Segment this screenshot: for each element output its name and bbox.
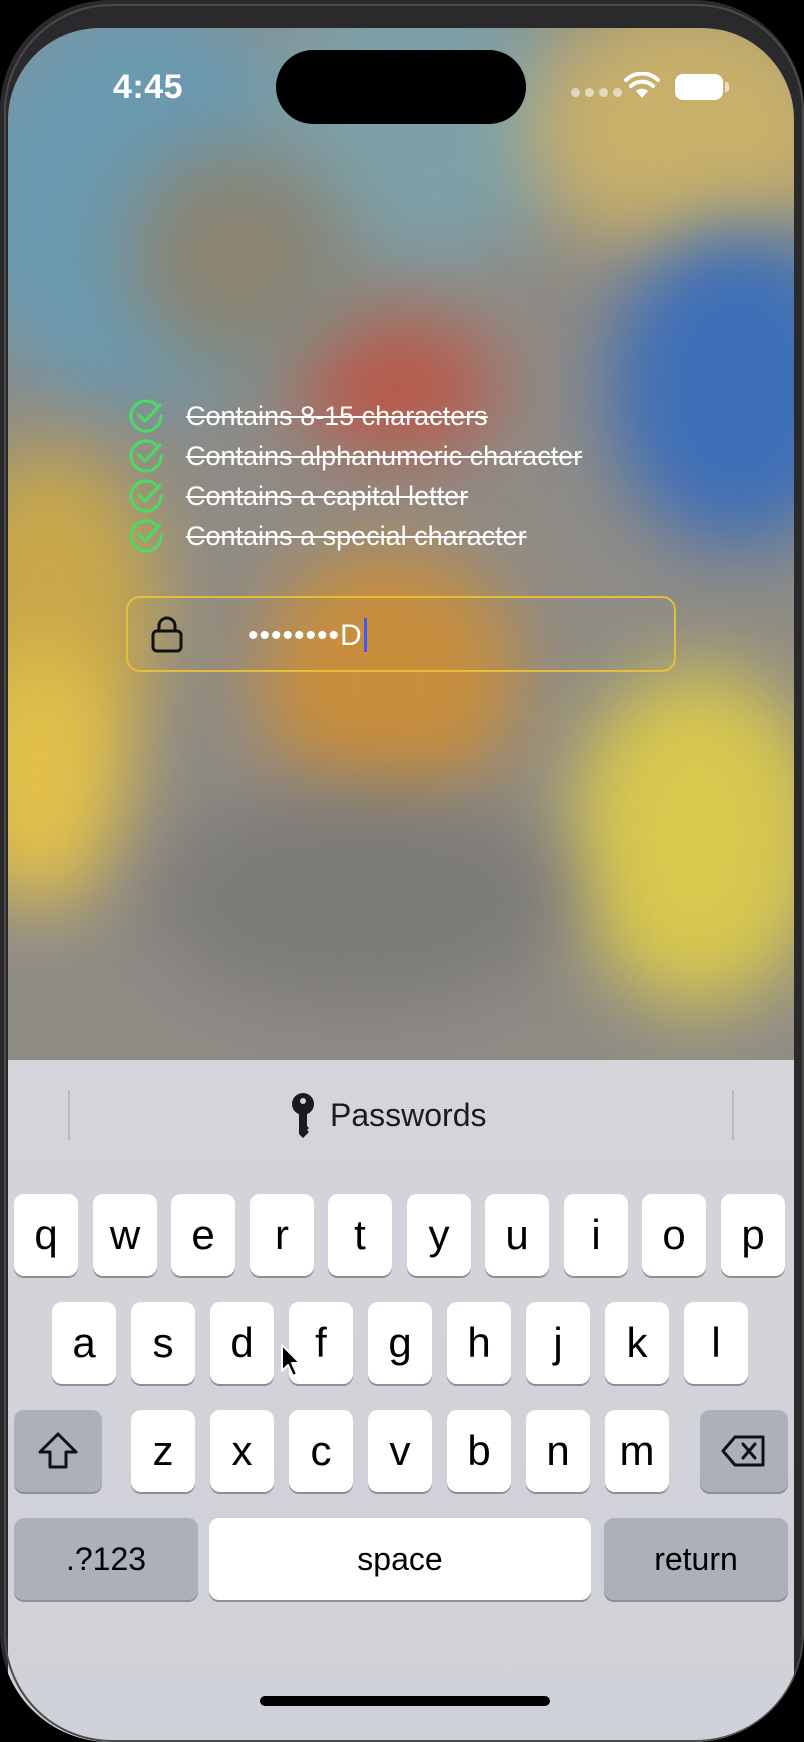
key-b[interactable]: b: [447, 1410, 511, 1492]
check-circle-icon: [129, 399, 163, 433]
battery-icon: [675, 74, 729, 100]
passwords-suggestion[interactable]: Passwords: [290, 1092, 487, 1138]
shift-key[interactable]: [14, 1410, 102, 1492]
key-m[interactable]: m: [605, 1410, 669, 1492]
key-l[interactable]: l: [684, 1302, 748, 1384]
numbers-key[interactable]: .?123: [14, 1518, 198, 1600]
home-indicator: [260, 1696, 550, 1706]
requirement-label: Contains 8-15 characters: [186, 400, 488, 431]
key-i[interactable]: i: [564, 1194, 628, 1276]
key-v[interactable]: v: [368, 1410, 432, 1492]
key-q[interactable]: q: [14, 1194, 78, 1276]
status-bar: 4:45: [8, 28, 794, 148]
delete-key[interactable]: [700, 1410, 788, 1492]
cellular-signal-icon: [571, 88, 622, 97]
text-caret: [363, 618, 367, 652]
password-value: ••••••••D: [248, 619, 363, 652]
key-icon: [292, 1093, 314, 1138]
key-t[interactable]: t: [328, 1194, 392, 1276]
dynamic-island: [276, 50, 526, 124]
screen: 4:45 Contains 8-15 characters Contains a…: [8, 28, 794, 1742]
key-s[interactable]: s: [131, 1302, 195, 1384]
key-g[interactable]: g: [368, 1302, 432, 1384]
key-u[interactable]: u: [485, 1194, 549, 1276]
suggestion-divider: [732, 1090, 734, 1140]
requirement-item: Contains 8-15 characters: [128, 396, 582, 436]
passwords-label: Passwords: [330, 1096, 487, 1133]
key-x[interactable]: x: [210, 1410, 274, 1492]
key-c[interactable]: c: [289, 1410, 353, 1492]
suggestion-divider: [68, 1090, 70, 1140]
check-circle-icon: [129, 439, 163, 473]
key-r[interactable]: r: [250, 1194, 314, 1276]
check-circle-icon: [129, 479, 163, 513]
check-circle-icon: [129, 519, 163, 553]
key-z[interactable]: z: [131, 1410, 195, 1492]
key-o[interactable]: o: [642, 1194, 706, 1276]
key-p[interactable]: p: [721, 1194, 785, 1276]
status-time: 4:45: [113, 68, 184, 106]
mouse-pointer-icon: [281, 1344, 301, 1377]
key-d[interactable]: d: [210, 1302, 274, 1384]
key-k[interactable]: k: [605, 1302, 669, 1384]
backspace-icon: [721, 1435, 765, 1467]
requirement-label: Contains a capital letter: [186, 480, 469, 511]
key-j[interactable]: j: [526, 1302, 590, 1384]
key-w[interactable]: w: [93, 1194, 157, 1276]
requirement-label: Contains a special character: [186, 520, 527, 551]
keyboard: Passwords q w e r t y u i o p a s d f g …: [8, 1060, 794, 1742]
suggestion-bar: Passwords: [8, 1060, 794, 1168]
key-n[interactable]: n: [526, 1410, 590, 1492]
shift-icon: [38, 1432, 78, 1469]
key-y[interactable]: y: [407, 1194, 471, 1276]
key-e[interactable]: e: [171, 1194, 235, 1276]
key-a[interactable]: a: [52, 1302, 116, 1384]
lock-icon: [151, 616, 183, 653]
requirement-item: Contains a capital letter: [128, 476, 582, 516]
password-requirements: Contains 8-15 characters Contains alphan…: [128, 396, 582, 556]
requirement-label: Contains alphanumeric character: [186, 440, 583, 471]
return-key[interactable]: return: [604, 1518, 788, 1600]
password-input[interactable]: ••••••••D: [126, 596, 676, 672]
requirement-item: Contains alphanumeric character: [128, 436, 582, 476]
key-h[interactable]: h: [447, 1302, 511, 1384]
phone-frame: 4:45 Contains 8-15 characters Contains a…: [0, 0, 804, 1742]
space-key[interactable]: space: [209, 1518, 591, 1600]
wifi-icon: [624, 72, 660, 98]
requirement-item: Contains a special character: [128, 516, 582, 556]
